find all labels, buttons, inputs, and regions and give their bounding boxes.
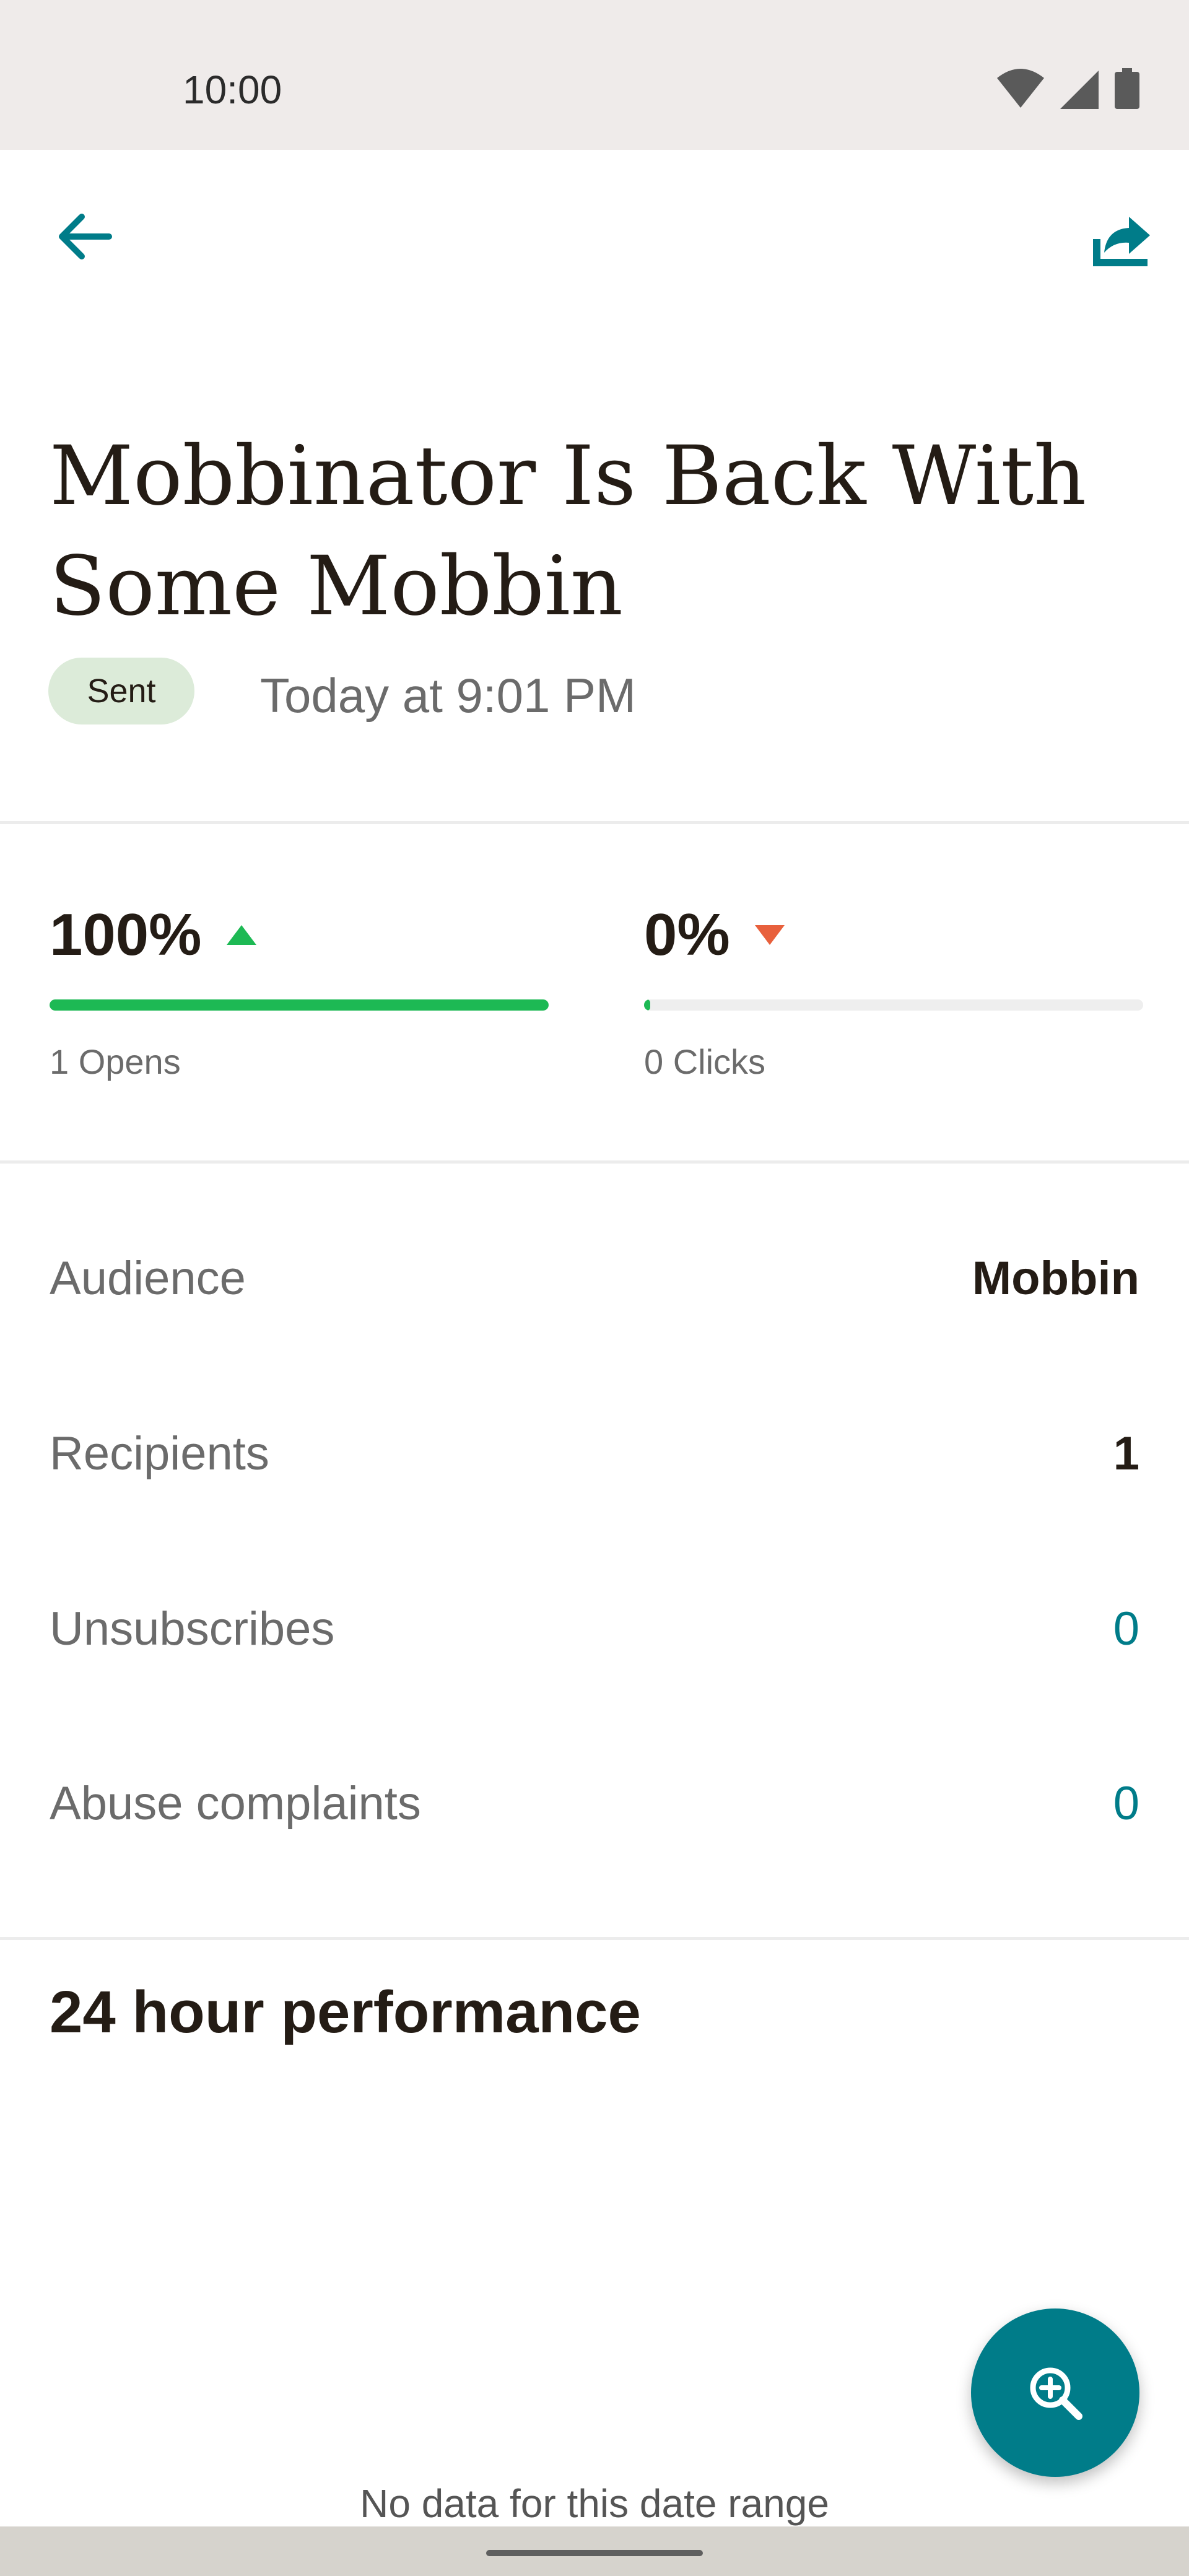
opens-value: 100% (50, 902, 202, 968)
share-button[interactable] (1086, 202, 1155, 271)
unsubscribes-row[interactable]: Unsubscribes 0 (50, 1585, 1139, 1672)
audience-label: Audience (50, 1251, 246, 1305)
arrow-left-icon (59, 214, 112, 259)
opens-progress-bar (50, 999, 549, 1011)
abuse-complaints-value[interactable]: 0 (1113, 1777, 1139, 1830)
trend-up-icon (226, 925, 256, 945)
trend-down-icon (754, 925, 785, 945)
empty-state-message: No data for this date range (360, 2481, 829, 2526)
recipients-label: Recipients (50, 1427, 269, 1480)
opens-stat: 100% 1 Opens (50, 898, 549, 1082)
zoom-button[interactable] (971, 2308, 1139, 2477)
recipients-value: 1 (1113, 1427, 1139, 1480)
opens-value-row: 100% (50, 898, 549, 972)
clicks-progress-fill (644, 999, 650, 1011)
zoom-in-icon (1030, 2367, 1082, 2420)
status-icons (997, 68, 1139, 112)
back-button[interactable] (50, 202, 119, 271)
divider (0, 1160, 1189, 1164)
status-badge: Sent (48, 658, 194, 724)
recipients-row: Recipients 1 (50, 1410, 1139, 1497)
clicks-progress-bar (644, 999, 1143, 1011)
divider (0, 1937, 1189, 1940)
audience-value: Mobbin (972, 1251, 1139, 1305)
opens-label: 1 Opens (50, 1042, 181, 1081)
home-handle[interactable] (486, 2550, 703, 2556)
clicks-value: 0% (644, 902, 730, 968)
clicks-value-row: 0% (644, 898, 1143, 972)
sent-timestamp: Today at 9:01 PM (260, 668, 637, 723)
wifi-icon (997, 68, 1044, 112)
battery-icon (1115, 68, 1139, 112)
opens-progress-fill (50, 999, 549, 1011)
performance-title: 24 hour performance (50, 1979, 641, 2045)
abuse-complaints-label: Abuse complaints (50, 1777, 421, 1830)
unsubscribes-value[interactable]: 0 (1113, 1602, 1139, 1656)
status-time: 10:00 (183, 67, 282, 112)
divider (0, 821, 1189, 824)
signal-icon (1060, 71, 1099, 112)
app-bar (0, 150, 1189, 323)
status-bar: 10:00 (0, 0, 1189, 150)
abuse-complaints-row[interactable]: Abuse complaints 0 (50, 1760, 1139, 1847)
campaign-title: Mobbinator Is Back With Some Mobbin (50, 429, 1087, 634)
audience-row: Audience Mobbin (50, 1235, 1139, 1321)
unsubscribes-label: Unsubscribes (50, 1602, 335, 1655)
clicks-stat: 0% 0 Clicks (644, 898, 1143, 1082)
share-icon (1093, 217, 1150, 266)
clicks-label: 0 Clicks (644, 1042, 766, 1081)
system-nav-bar (0, 2526, 1189, 2576)
